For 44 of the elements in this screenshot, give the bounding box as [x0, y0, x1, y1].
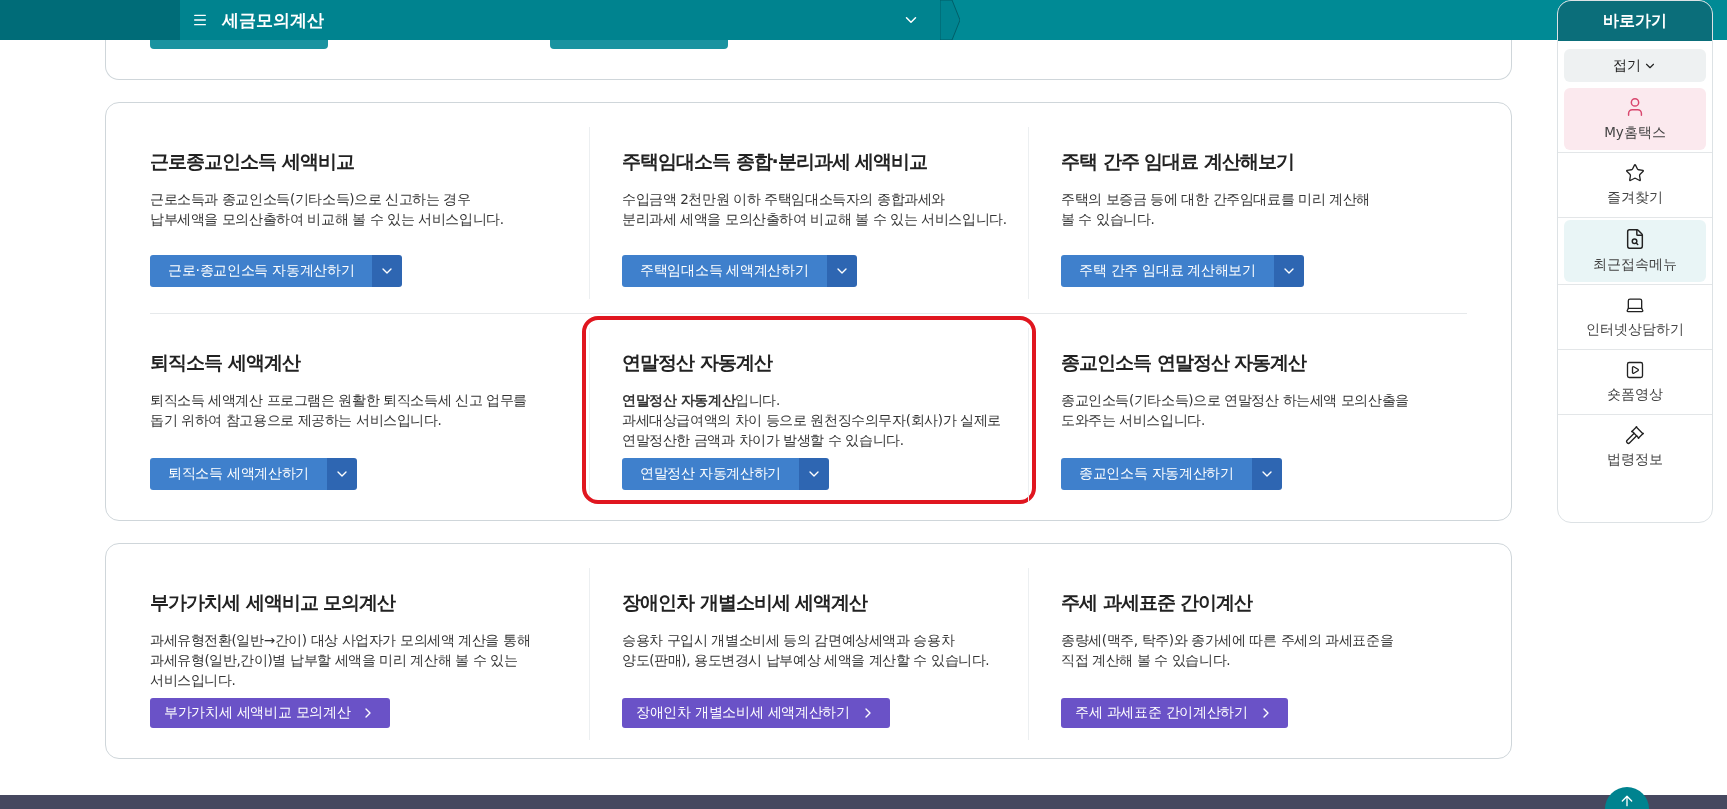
service-title: 장애인차 개별소비세 세액계산: [622, 590, 869, 615]
service-title: 주세 과세표준 간이계산: [1061, 590, 1254, 615]
dropdown-button[interactable]: [372, 255, 403, 287]
dropdown-button[interactable]: [327, 458, 358, 490]
calculate-button[interactable]: 근로·종교인소득 자동계산하기: [150, 255, 373, 287]
service-description: 승용차 구입시 개별소비세 등의 감면예상세액과 승용차 양도(판매), 용도변경시 납부예상 세액을 계산할 수 있습니다.: [622, 631, 991, 670]
calculate-button[interactable]: 퇴직소득 세액계산하기: [150, 458, 328, 490]
calculate-button[interactable]: 장애인차 개별소비세 세액계산하기: [622, 698, 890, 728]
dropdown-button[interactable]: [826, 255, 857, 287]
service-title: 부가가치세 세액비교 모의계산: [150, 590, 397, 615]
service-title: 근로종교인소득 세액비교: [150, 149, 355, 174]
service-title: 퇴직소득 세액계산: [150, 350, 302, 375]
document-search-icon: [1624, 228, 1646, 250]
calculate-button[interactable]: 주세 과세표준 간이계산하기: [1061, 698, 1288, 728]
dropdown-button[interactable]: [1273, 255, 1304, 287]
calculate-button[interactable]: 주택임대소득 세액계산하기: [622, 255, 827, 287]
service-description: 근로소득과 종교인소득(기타소득)으로 신고하는 경우 납부세액을 모의산출하여 비교해 볼 수 있는 서비스입니다.: [150, 190, 505, 229]
quick-menu-item[interactable]: My홈택스: [1564, 88, 1706, 150]
service-title: 연말정산 자동계산: [622, 350, 774, 375]
scroll-top-button[interactable]: [1605, 787, 1649, 809]
service-description: 연말정산 자동계산입니다. 과세대상급여액의 차이 등으로 원천징수의무자(회사)가 실제로 연말정산한 금액과 차이가 발생할 수 있습니다.: [622, 391, 1002, 450]
service-description: 수입금액 2천만원 이하 주택임대소득자의 종합과세와 분리과세 세액을 모의산출하여 비교해 볼 수 있는 서비스입니다.: [622, 190, 1008, 229]
gavel-icon: [1624, 425, 1646, 445]
calculate-button[interactable]: 부가가치세 세액비교 모의계산: [150, 698, 391, 728]
service-title: 종교인소득 연말정산 자동계산: [1061, 350, 1308, 375]
star-icon: [1624, 163, 1646, 183]
menu-title: 세금모의계산: [222, 8, 325, 32]
service-title: 주택임대소득 종합·분리과세 세액비교: [622, 149, 929, 174]
service-description: 퇴직소득 세액계산 프로그램은 원활한 퇴직소득세 신고 업무를 돕기 위하여 참고용으로 제공하는 서비스입니다.: [150, 391, 528, 430]
dropdown-button[interactable]: [1251, 458, 1282, 490]
service-description: 과세유형전환(일반→간이) 대상 사업자가 모의세액 계산을 통해 과세유형(일반,간이)별 납부할 세액을 미리 계산해 볼 수 있는 서비스입니다.: [150, 631, 532, 690]
quick-menu-title: 바로가기: [1558, 1, 1712, 41]
calculate-button[interactable]: 종교인소득 자동계산하기: [1061, 458, 1252, 490]
menu-icon[interactable]: [192, 12, 208, 28]
service-title: 주택 간주 임대료 계산해보기: [1061, 149, 1295, 174]
calculate-button[interactable]: 연말정산 자동계산하기: [622, 458, 800, 490]
service-description: 주택의 보증금 등에 대한 간주임대료를 미리 계산해 볼 수 있습니다.: [1061, 190, 1371, 229]
service-description: 종량세(맥주, 탁주)와 종가세에 따른 주세의 과세표준을 직접 계산해 볼 수 있습니다.: [1061, 631, 1395, 670]
quick-menu-item[interactable]: 최근접속메뉴: [1564, 220, 1706, 282]
dropdown-button[interactable]: [799, 458, 830, 490]
service-description: 종교인소득(기타소득)으로 연말정산 하는세액 모의산출을 도와주는 서비스입니다.: [1061, 391, 1410, 430]
collapse-button[interactable]: 접기: [1564, 49, 1706, 82]
calculate-button[interactable]: 주택 간주 임대료 계산해보기: [1061, 255, 1274, 287]
play-icon: [1624, 360, 1646, 380]
